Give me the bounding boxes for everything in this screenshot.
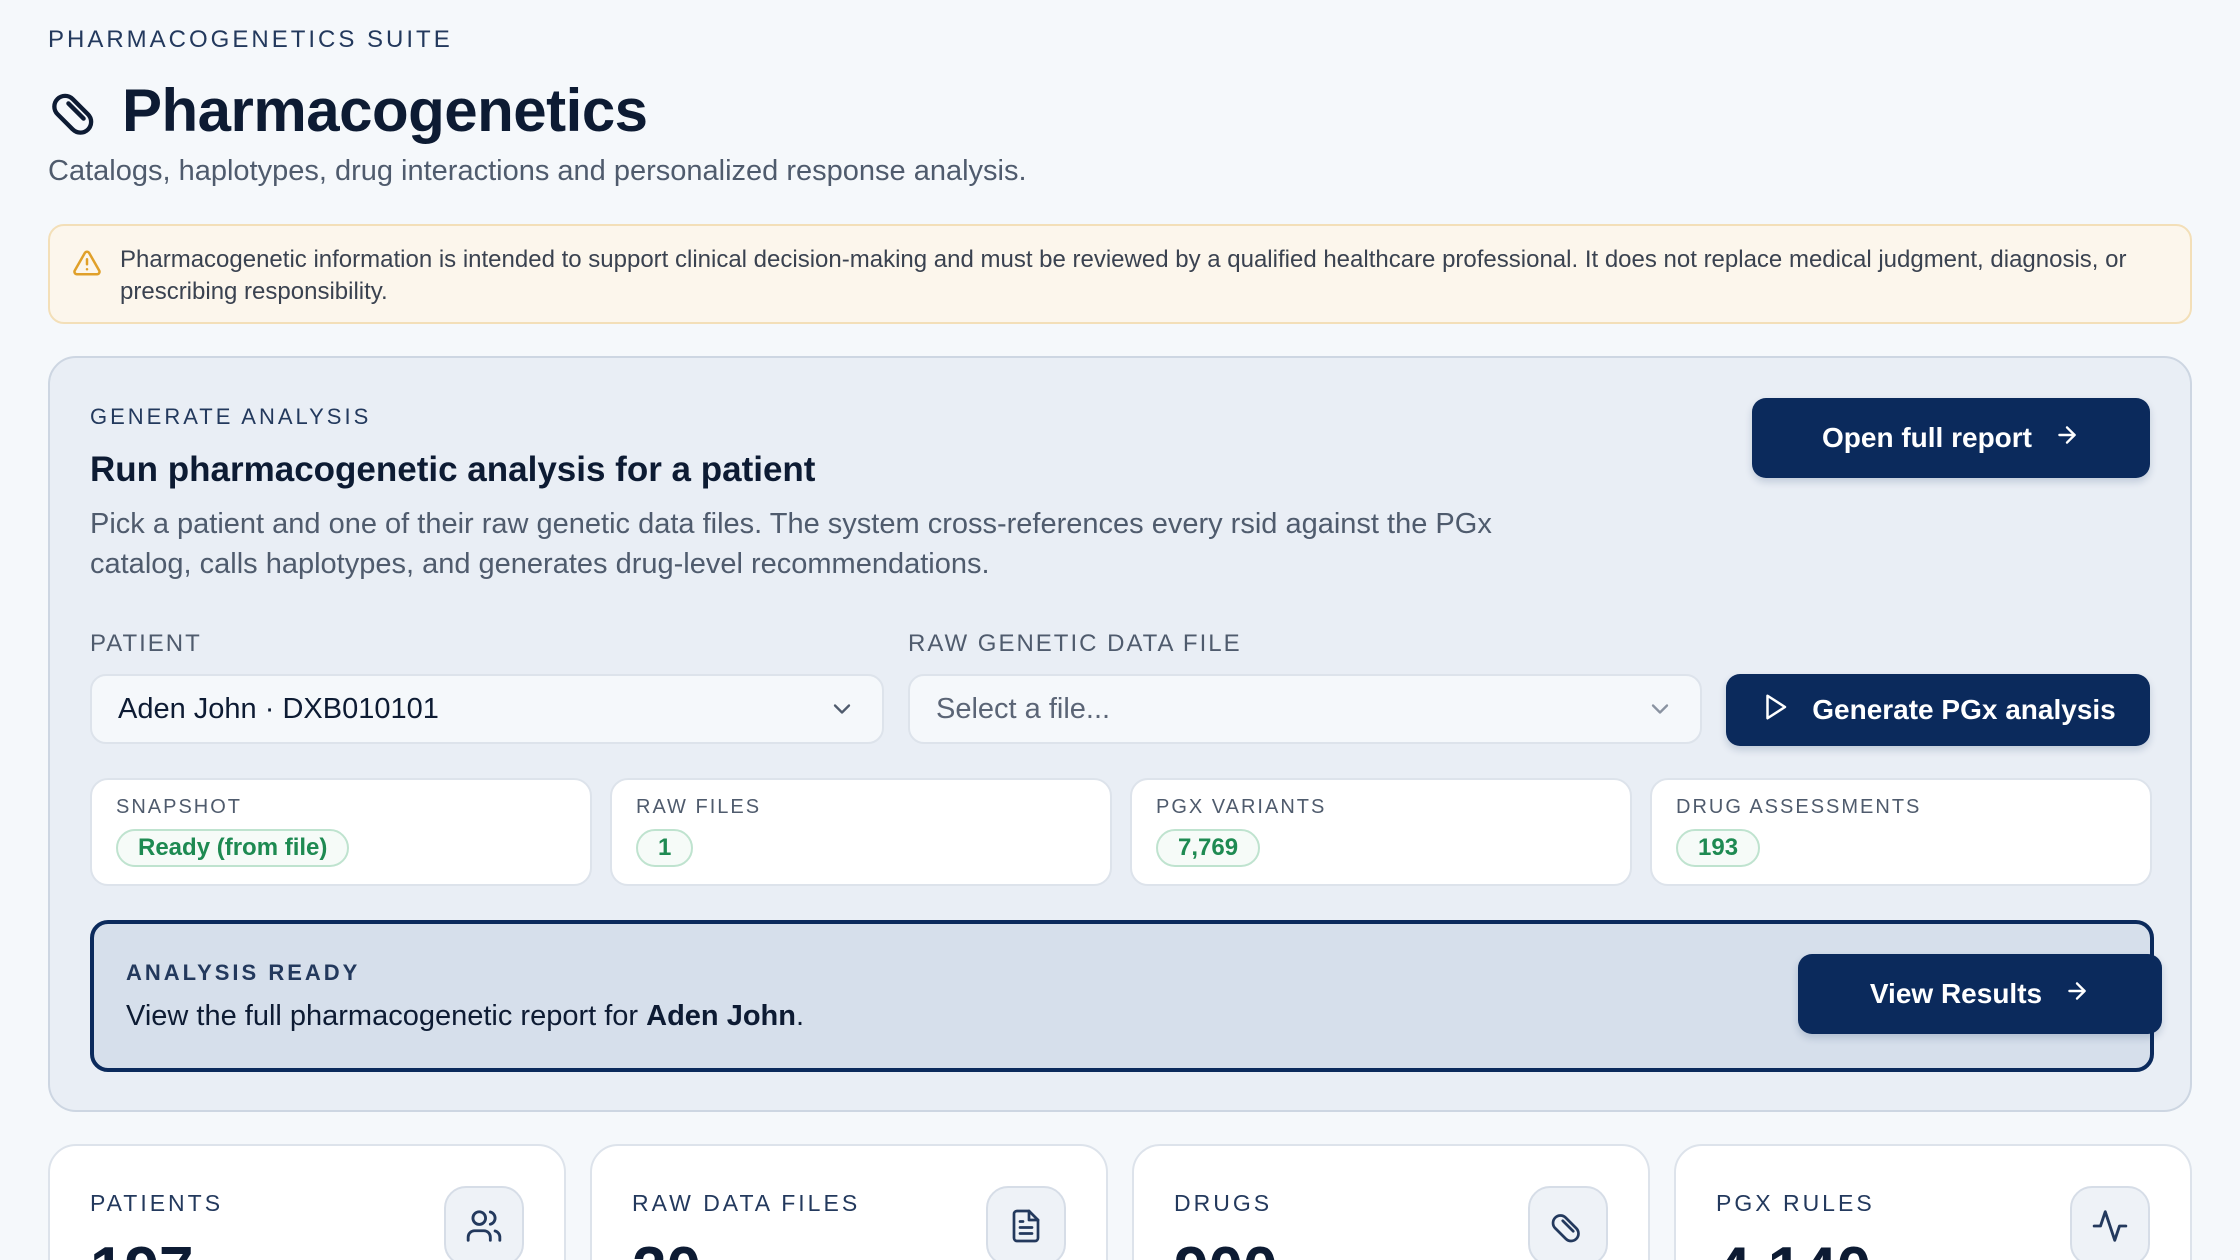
page-title: Pharmacogenetics <box>122 77 648 144</box>
patient-select-value: Aden John · DXB010101 <box>118 692 439 725</box>
stat-raw-files: RAW FILES 1 <box>610 778 1112 886</box>
patient-label: PATIENT <box>90 630 202 657</box>
stat-pgx-variants: PGX VARIANTS 7,769 <box>1130 778 1632 886</box>
view-results-button[interactable]: View Results <box>1798 954 2162 1034</box>
page-subtitle: Catalogs, haplotypes, drug interactions … <box>48 155 1027 187</box>
generate-analysis-card: GENERATE ANALYSIS Run pharmacogenetic an… <box>48 356 2192 1112</box>
metric-card-raw-data-files[interactable]: RAW DATA FILES 20 <box>590 1144 1108 1260</box>
stat-label: PGX VARIANTS <box>1156 796 1327 818</box>
metric-card-pgx-rules[interactable]: PGX RULES 4,140 <box>1674 1144 2192 1260</box>
pill-icon <box>48 83 104 139</box>
activity-icon <box>2070 1186 2150 1260</box>
raw-file-label: RAW GENETIC DATA FILE <box>908 630 1242 657</box>
card-eyebrow: GENERATE ANALYSIS <box>90 404 372 429</box>
file-icon <box>986 1186 1066 1260</box>
pill-icon <box>1528 1186 1608 1260</box>
suite-eyebrow: PHARMACOGENETICS SUITE <box>48 26 453 53</box>
metric-label: PGX RULES <box>1716 1190 1875 1216</box>
metric-label: RAW DATA FILES <box>632 1190 861 1216</box>
patient-select[interactable]: Aden John · DXB010101 <box>90 674 884 744</box>
status-badge: Ready (from file) <box>116 829 350 867</box>
generate-pgx-analysis-label: Generate PGx analysis <box>1812 694 2116 725</box>
card-description: Pick a patient and one of their raw gene… <box>90 508 1492 580</box>
metric-label: PATIENTS <box>90 1190 224 1216</box>
warning-icon <box>72 248 104 280</box>
ready-message-prefix: View the full pharmacogenetic report for <box>126 1000 647 1032</box>
users-icon <box>444 1186 524 1260</box>
count-badge: 7,769 <box>1156 829 1261 867</box>
play-icon <box>1760 692 1790 729</box>
analysis-ready-eyebrow: ANALYSIS READY <box>126 960 361 985</box>
stat-label: DRUG ASSESSMENTS <box>1676 796 1922 818</box>
ready-patient-name: Aden John <box>646 1000 796 1032</box>
analysis-ready-message: View the full pharmacogenetic report for… <box>126 1000 804 1033</box>
stat-drug-assessments: DRUG ASSESSMENTS 193 <box>1650 778 2152 886</box>
metric-label: DRUGS <box>1174 1190 1273 1216</box>
metric-card-drugs[interactable]: DRUGS 900 <box>1132 1144 1650 1260</box>
metric-card-patients[interactable]: PATIENTS 197 <box>48 1144 566 1260</box>
open-full-report-button[interactable]: Open full report <box>1752 398 2150 478</box>
stat-label: SNAPSHOT <box>116 796 243 818</box>
stat-label: RAW FILES <box>636 796 762 818</box>
arrow-right-icon <box>2054 422 2080 455</box>
open-full-report-label: Open full report <box>1822 422 2032 453</box>
raw-file-select[interactable]: Select a file... <box>908 674 1702 744</box>
title-row: Pharmacogenetics <box>48 76 648 145</box>
card-title: Run pharmacogenetic analysis for a patie… <box>90 450 816 489</box>
metric-value: 20 <box>632 1234 701 1260</box>
arrow-right-icon <box>2064 978 2090 1011</box>
metric-value: 900 <box>1174 1234 1277 1260</box>
disclaimer-banner: Pharmacogenetic information is intended … <box>48 224 2192 324</box>
count-badge: 193 <box>1676 829 1761 867</box>
chevron-down-icon <box>1646 695 1674 723</box>
ready-message-suffix: . <box>795 1000 805 1032</box>
disclaimer-text: Pharmacogenetic information is intended … <box>120 246 2127 305</box>
metric-value: 4,140 <box>1716 1234 1871 1260</box>
count-badge: 1 <box>636 829 694 867</box>
analysis-ready-banner: ANALYSIS READY View the full pharmacogen… <box>90 920 2162 1072</box>
metric-value: 197 <box>90 1234 193 1260</box>
stat-snapshot: SNAPSHOT Ready (from file) <box>90 778 592 886</box>
generate-pgx-analysis-button[interactable]: Generate PGx analysis <box>1726 674 2150 746</box>
raw-file-select-placeholder: Select a file... <box>936 692 1111 725</box>
chevron-down-icon <box>828 695 856 723</box>
view-results-label: View Results <box>1869 978 2043 1009</box>
